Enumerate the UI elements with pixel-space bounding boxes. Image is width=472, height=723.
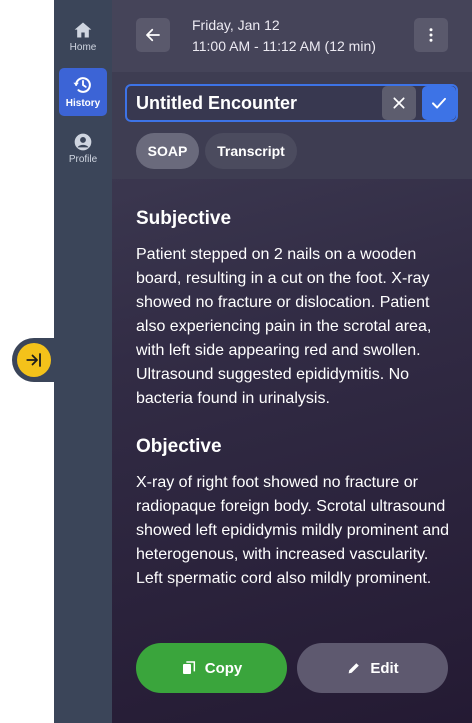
back-button[interactable] — [136, 18, 170, 52]
section-heading-objective: Objective — [136, 436, 222, 457]
sidebar-item-history[interactable]: History — [59, 68, 107, 116]
tab-transcript[interactable]: Transcript — [205, 133, 297, 169]
copy-button-label: Copy — [204, 659, 243, 677]
close-icon — [393, 97, 405, 109]
copy-button[interactable]: Copy — [136, 643, 287, 693]
encounter-date: Friday, Jan 12 — [192, 17, 280, 33]
home-icon — [74, 22, 92, 38]
tab-soap[interactable]: SOAP — [136, 133, 199, 169]
section-heading-subjective: Subjective — [136, 208, 232, 229]
more-options-button[interactable] — [414, 18, 448, 52]
arrow-to-right-icon — [26, 353, 41, 367]
profile-icon — [74, 133, 92, 151]
arrow-left-icon — [146, 28, 160, 42]
edit-button[interactable]: Edit — [297, 643, 448, 693]
pencil-icon — [348, 663, 360, 674]
confirm-title-button[interactable] — [422, 86, 456, 120]
sidebar-item-home[interactable]: Home — [59, 14, 107, 62]
clear-title-button[interactable] — [382, 86, 416, 120]
sidebar-nav: Home History Profile — [54, 0, 112, 723]
more-vertical-icon — [429, 28, 433, 42]
edit-button-label: Edit — [370, 659, 399, 677]
history-icon — [73, 77, 91, 93]
check-icon — [432, 97, 446, 109]
sidebar-item-label: Home — [69, 42, 97, 53]
encounter-title-input[interactable] — [136, 86, 376, 120]
encounter-time-range: 11:00 AM - 11:12 AM (12 min) — [192, 38, 376, 54]
sidebar-item-profile[interactable]: Profile — [59, 126, 107, 174]
section-text-subjective: Patient stepped on 2 nails on a wooden b… — [136, 246, 432, 407]
encounter-header: Friday, Jan 12 11:00 AM - 11:12 AM (12 m… — [112, 0, 472, 72]
sidebar-item-label: History — [65, 98, 101, 109]
sidebar-item-label: Profile — [68, 154, 98, 165]
soap-note-content: Subjective Patient stepped on 2 nails on… — [136, 196, 452, 641]
copy-icon — [182, 661, 195, 674]
collapse-sidebar-button[interactable] — [17, 343, 51, 377]
section-text-objective: X-ray of right foot showed no fracture o… — [136, 474, 450, 587]
